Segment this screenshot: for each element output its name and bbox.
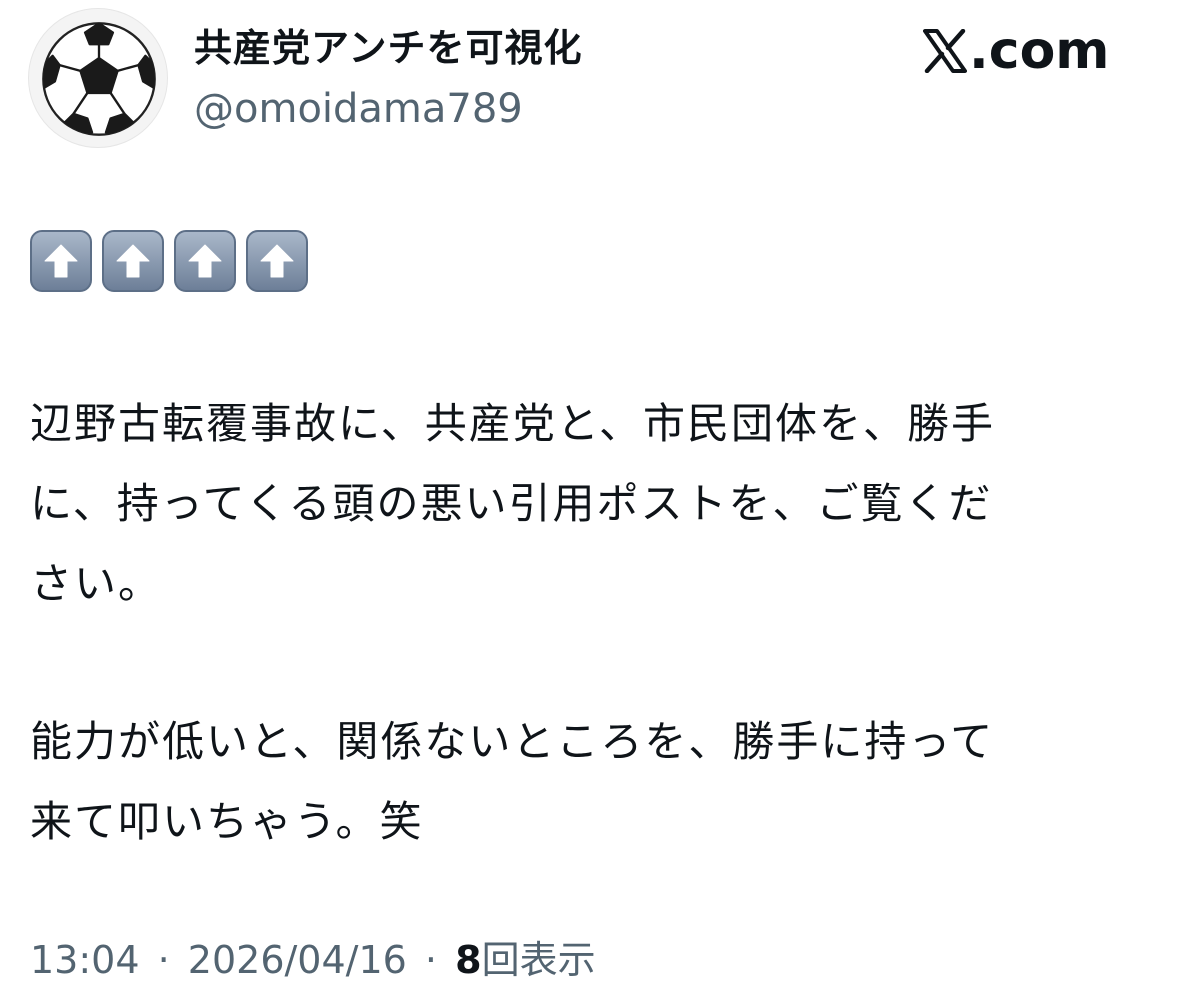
post-meta: 13:04 · 2026/04/16 · 8回表示 xyxy=(30,930,596,990)
post-date[interactable]: 2026/04/16 xyxy=(188,938,407,982)
post-time[interactable]: 13:04 xyxy=(30,938,140,982)
post-text-line: 辺野古転覆事故に、共産党と、市民団体を、勝手 xyxy=(30,399,996,448)
soccer-ball-icon xyxy=(42,22,156,136)
views-label: 回表示 xyxy=(481,938,596,982)
avatar[interactable] xyxy=(28,8,168,148)
post-text-line: さい。 xyxy=(30,559,163,608)
meta-separator: · xyxy=(157,938,170,982)
x-logo-icon xyxy=(923,29,967,73)
views-count: 8 xyxy=(455,938,482,982)
site-logo-text: .com xyxy=(969,21,1110,81)
meta-separator: · xyxy=(424,938,438,982)
author-handle[interactable]: @omoidama789 xyxy=(194,83,523,135)
up-arrow-icon xyxy=(30,230,92,292)
author-display-name[interactable]: 共産党アンチを可視化 xyxy=(194,23,582,73)
post-text-line: に、持ってくる頭の悪い引用ポストを、ご覧くだ xyxy=(30,479,993,528)
post-paragraph-1: 辺野古転覆事故に、共産党と、市民団体を、勝手 に、持ってくる頭の悪い引用ポストを… xyxy=(30,384,1150,624)
post-paragraph-2: 能力が低いと、関係ないところを、勝手に持って 来て叩いちゃう。笑 xyxy=(30,702,1150,862)
up-arrow-icon xyxy=(174,230,236,292)
up-arrow-icon xyxy=(246,230,308,292)
post-header: 共産党アンチを可視化 @omoidama789 .com xyxy=(28,5,1148,155)
emoji-row xyxy=(30,230,308,292)
site-logo: .com xyxy=(923,21,1110,81)
up-arrow-icon xyxy=(102,230,164,292)
post-text-line: 来て叩いちゃう。笑 xyxy=(30,797,424,846)
post-text-line: 能力が低いと、関係ないところを、勝手に持って xyxy=(30,717,995,766)
